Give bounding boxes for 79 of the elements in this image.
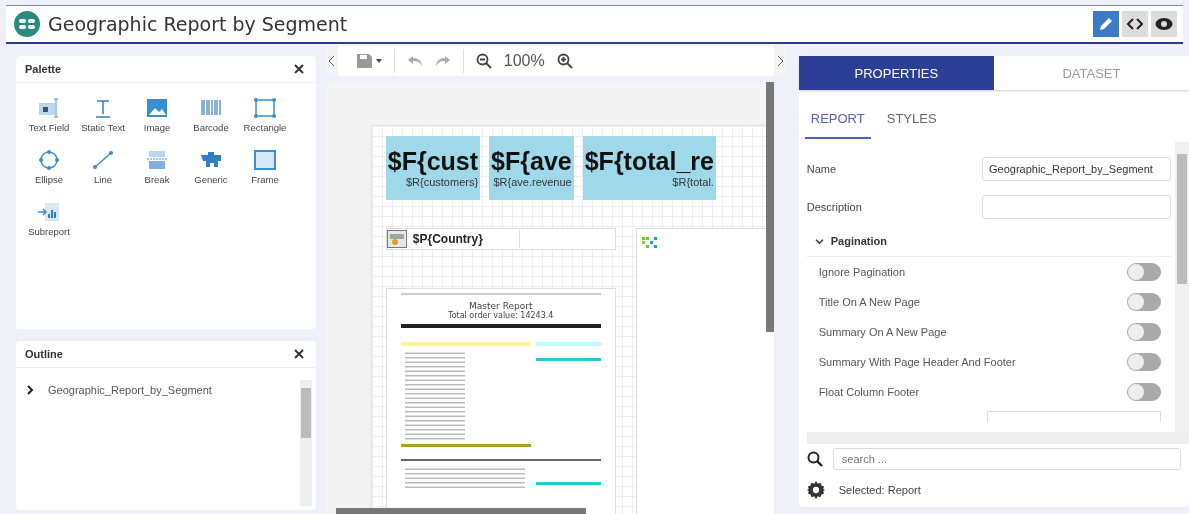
toggle-switch[interactable] — [1127, 383, 1161, 401]
palette-item[interactable]: Frame — [238, 149, 292, 185]
subreport-title: Master Report — [469, 301, 533, 311]
edit-mode-button[interactable] — [1093, 11, 1119, 37]
chevron-left-icon — [327, 55, 336, 67]
eye-icon — [1155, 17, 1173, 31]
description-field[interactable] — [982, 195, 1171, 219]
text-field-element[interactable]: $F{ave $R{ave.revenue — [489, 136, 574, 200]
chevron-icon[interactable] — [26, 385, 34, 395]
palette-item[interactable]: Subreport — [22, 201, 76, 237]
toggle-switch[interactable] — [1127, 263, 1161, 281]
zoom-in-icon[interactable] — [556, 53, 573, 69]
option-label: Ignore Pagination — [818, 266, 905, 278]
image-element-icon[interactable] — [386, 230, 407, 248]
scrollbar[interactable] — [1175, 142, 1189, 432]
image-icon — [145, 97, 169, 119]
palette-item[interactable]: Text Field — [22, 97, 76, 133]
preview-mode-button[interactable] — [1151, 11, 1177, 37]
close-icon[interactable] — [293, 349, 304, 359]
zoom-level: 100% — [503, 52, 545, 70]
option-label: Float Column Footer — [818, 386, 920, 398]
chevron-icon[interactable] — [814, 237, 824, 245]
palette-item[interactable]: Rectangle — [238, 97, 292, 133]
collapse-left-button[interactable] — [325, 47, 338, 75]
page-break-icon — [145, 149, 169, 171]
search-icon — [806, 451, 823, 467]
close-icon[interactable] — [293, 64, 304, 74]
line-icon — [91, 149, 115, 171]
name-field[interactable]: Geographic_Report_by_Segment — [982, 157, 1171, 181]
option-label: Summary On A New Page — [818, 326, 947, 338]
outline-tree-item[interactable]: Geographic_Report_by_Segment — [26, 380, 300, 396]
generic-element[interactable] — [635, 228, 774, 514]
pagination-section-header[interactable]: Pagination — [806, 226, 1171, 257]
subreport-icon — [37, 201, 61, 223]
description-label: Description — [806, 201, 862, 213]
outline-title: Outline — [25, 348, 63, 360]
section-tab[interactable]: STYLES — [880, 103, 943, 139]
palette-item[interactable]: Static Text — [76, 97, 130, 133]
option-label: Title On A New Page — [818, 296, 920, 308]
report-title: Geographic Report by Segment — [48, 13, 348, 35]
subreport-subtitle: Total order value: 14243.4 — [448, 311, 554, 320]
code-mode-button[interactable] — [1122, 11, 1148, 37]
toggle-switch[interactable] — [1127, 353, 1161, 371]
zoom-out-icon[interactable] — [475, 53, 492, 69]
scrollbar[interactable] — [299, 380, 312, 506]
text-field-element[interactable]: $F{cust $R{customers} — [385, 136, 481, 200]
palette-item[interactable]: Break — [130, 149, 184, 185]
palette-item[interactable]: Generic — [184, 149, 238, 185]
panel-tab[interactable]: PROPERTIES — [798, 56, 994, 90]
app-logo-icon — [14, 11, 40, 37]
text-field-icon — [37, 97, 61, 119]
palette-item[interactable]: Line — [76, 149, 130, 185]
palette-item[interactable]: Ellipse — [22, 149, 76, 185]
redo-icon[interactable] — [434, 55, 451, 67]
pencil-icon — [1098, 16, 1114, 32]
rectangle-icon — [253, 97, 277, 119]
text-field-element[interactable]: $F{total_re $R{total. — [582, 136, 716, 200]
circle-icon — [37, 149, 61, 171]
option-label: Summary With Page Header And Footer — [818, 356, 1016, 368]
selection-status: Selected: Report — [838, 484, 921, 496]
chevron-right-icon — [775, 55, 784, 67]
settings-icon[interactable] — [806, 481, 825, 499]
undo-icon[interactable] — [406, 55, 423, 67]
frame-icon — [253, 149, 277, 171]
save-icon[interactable] — [355, 53, 382, 69]
palette-item[interactable]: Barcode — [184, 97, 238, 133]
palette-title: Palette — [25, 63, 62, 75]
search-field[interactable]: search ... — [832, 448, 1181, 470]
toggle-switch[interactable] — [1127, 323, 1161, 341]
palette-item[interactable]: Image — [130, 97, 184, 133]
subreport-element[interactable]: Master Report Total order value: 14243.4 — [385, 288, 616, 514]
section-tab[interactable]: REPORT — [804, 103, 871, 139]
component-icon — [641, 237, 658, 249]
property-field[interactable] — [986, 411, 1161, 422]
name-label: Name — [806, 163, 837, 175]
toggle-switch[interactable] — [1127, 293, 1161, 311]
scrollbar[interactable] — [335, 508, 586, 514]
scrollbar[interactable] — [765, 82, 774, 332]
code-icon — [1127, 16, 1143, 32]
